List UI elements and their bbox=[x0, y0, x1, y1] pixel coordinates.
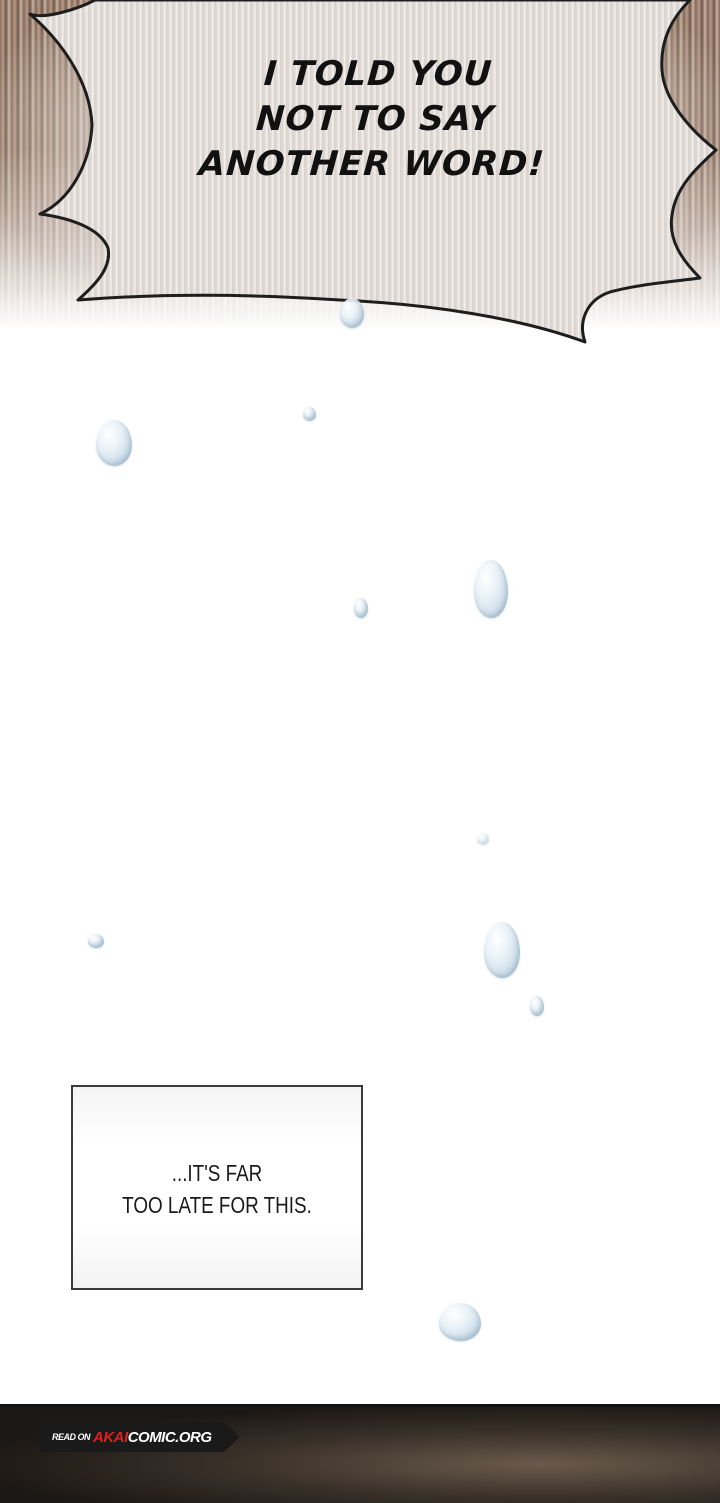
water-droplet bbox=[96, 420, 132, 466]
watermark-prefix: READ ON bbox=[52, 1432, 91, 1442]
water-droplet bbox=[354, 598, 368, 618]
bottom-panel-strip bbox=[0, 1404, 720, 1503]
water-droplet bbox=[439, 1303, 481, 1341]
watermark-domain: COMIC.ORG bbox=[127, 1428, 212, 1446]
watermark-brand: AKAI bbox=[93, 1428, 128, 1446]
water-droplet bbox=[474, 560, 508, 618]
water-droplet bbox=[530, 996, 544, 1016]
water-droplet bbox=[477, 833, 489, 845]
water-droplet bbox=[340, 298, 364, 328]
water-droplet bbox=[88, 934, 104, 948]
narration-box: ...IT'S FAR TOO LATE FOR THIS. bbox=[71, 1085, 363, 1290]
water-droplet bbox=[303, 407, 316, 421]
water-droplet bbox=[484, 922, 520, 978]
shout-text: I TOLD YOU NOT TO SAY ANOTHER WORD! bbox=[197, 54, 547, 184]
narration-text: ...IT'S FAR TOO LATE FOR THIS. bbox=[122, 1160, 312, 1218]
watermark-banner[interactable]: READ ON AKAI COMIC.ORG bbox=[40, 1422, 240, 1452]
